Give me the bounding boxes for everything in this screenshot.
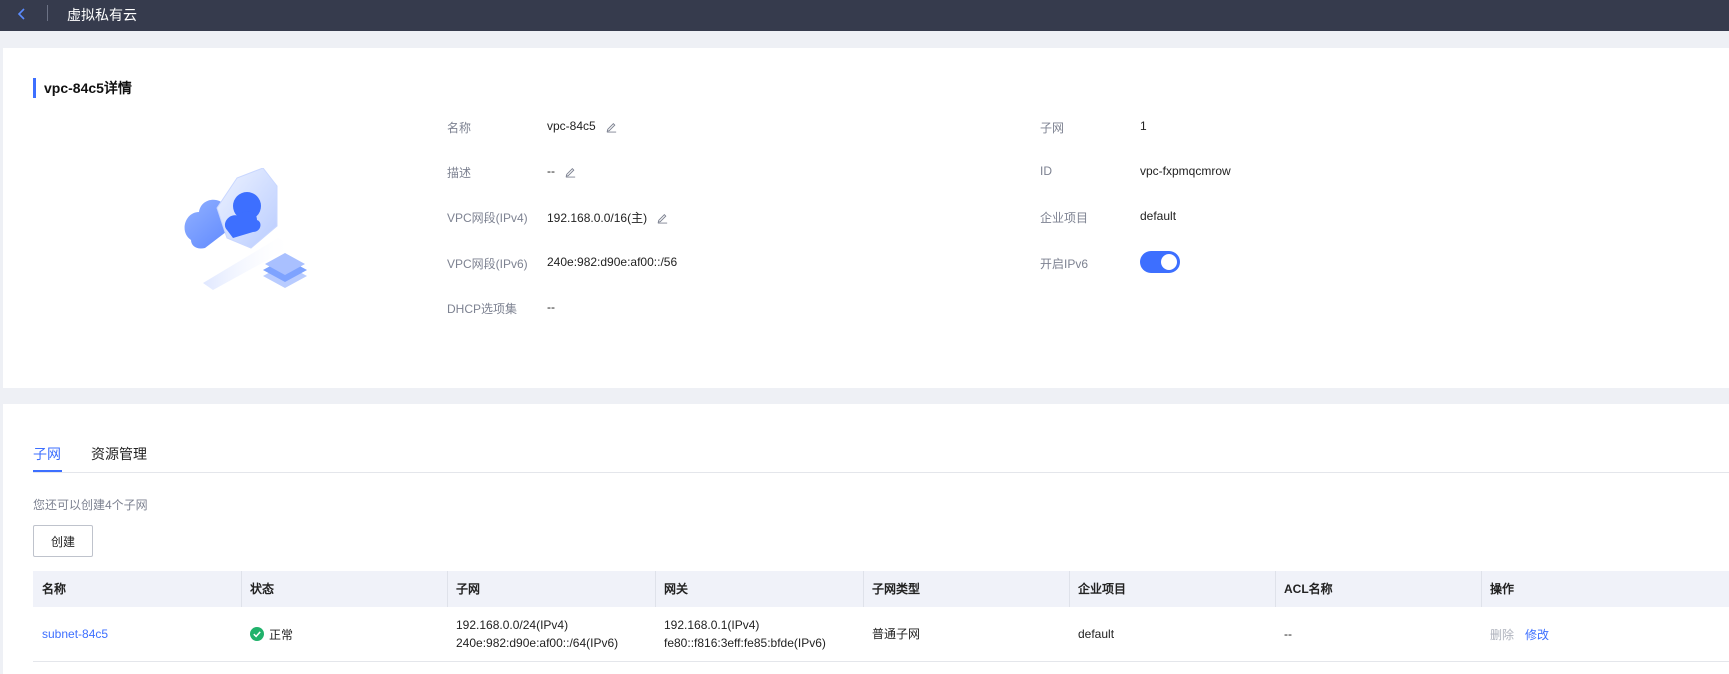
- vpc-name-text: vpc-84c5: [547, 119, 596, 133]
- field-name-label: 名称: [447, 121, 472, 135]
- subnet-table-header: 名称 状态 子网 网关 子网类型 企业项目 ACL名称 操作: [33, 571, 1729, 607]
- subnet-ipv6: 240e:982:d90e:af00::/64(IPv6): [456, 636, 619, 650]
- ipv6-toggle-knob: [1161, 254, 1177, 270]
- top-bar: 虚拟私有云: [0, 0, 1729, 31]
- enterprise-text: default: [1078, 627, 1115, 641]
- ipv6-toggle[interactable]: [1140, 251, 1180, 273]
- cell-status: 正常: [241, 607, 447, 661]
- back-arrow-icon[interactable]: [12, 4, 32, 24]
- column-header-name: 名称: [42, 582, 67, 596]
- cell-subnet: 192.168.0.0/24(IPv4) 240e:982:d90e:af00:…: [447, 607, 655, 661]
- field-subnet-count-value: 1: [1140, 119, 1147, 133]
- field-id-value: vpc-fxpmqcmrow: [1140, 164, 1231, 178]
- status-ok-icon: [250, 627, 264, 641]
- field-name-value: vpc-84c5: [547, 119, 618, 133]
- modify-subnet-button[interactable]: 修改: [1525, 626, 1549, 643]
- field-ipv4-label: VPC网段(IPv4): [447, 211, 528, 225]
- column-header-acl: ACL名称: [1284, 582, 1333, 596]
- cell-actions: 删除 修改: [1481, 607, 1601, 661]
- field-id-label: ID: [1040, 164, 1052, 178]
- field-desc-value: --: [547, 164, 577, 178]
- subnet-quota-hint: 您还可以创建4个子网: [33, 498, 148, 512]
- column-header-actions: 操作: [1490, 582, 1515, 596]
- create-subnet-button[interactable]: 创建: [33, 525, 93, 557]
- edit-desc-icon[interactable]: [564, 165, 577, 178]
- edit-name-icon[interactable]: [605, 120, 618, 133]
- tab-subnet[interactable]: 子网: [33, 444, 61, 464]
- field-ipv4-value: 192.168.0.0/16(主): [547, 209, 669, 226]
- page-title: 虚拟私有云: [67, 7, 137, 23]
- subnet-card: 子网 资源管理 您还可以创建4个子网 创建 名称 状态 子网 网关 子网类型 企…: [3, 404, 1729, 674]
- gateway-ipv6: fe80::f816:3eff:fe85:bfde(IPv6): [664, 636, 826, 650]
- subnet-type-text: 普通子网: [872, 627, 921, 641]
- edit-ipv4-icon[interactable]: [656, 211, 669, 224]
- field-enterprise-label: 企业项目: [1040, 211, 1089, 225]
- field-desc-label: 描述: [447, 166, 472, 180]
- cell-acl: --: [1275, 607, 1481, 661]
- cell-enterprise: default: [1069, 607, 1275, 661]
- field-enterprise-value: default: [1140, 209, 1177, 223]
- vpc-ipv6-text: 240e:982:d90e:af00::/56: [547, 255, 678, 269]
- field-ipv6-label: VPC网段(IPv6): [447, 257, 528, 271]
- field-dhcp-value: --: [547, 300, 555, 314]
- field-dhcp-label: DHCP选项集: [447, 302, 518, 316]
- title-divider: [47, 5, 48, 21]
- field-ipv6-value: 240e:982:d90e:af00::/56: [547, 255, 677, 269]
- cell-name: subnet-84c5: [33, 607, 241, 661]
- tab-divider: [33, 472, 1729, 473]
- column-header-gateway: 网关: [664, 582, 689, 596]
- cell-gateway: 192.168.0.1(IPv4) fe80::f816:3eff:fe85:b…: [655, 607, 863, 661]
- column-header-status: 状态: [250, 582, 275, 596]
- vpc-ipv4-text: 192.168.0.0/16(主): [547, 211, 648, 225]
- vpc-desc-text: --: [547, 164, 555, 178]
- field-ipv6-enable-label: 开启IPv6: [1040, 257, 1089, 271]
- field-subnet-count-label: 子网: [1040, 121, 1065, 135]
- column-header-subnet: 子网: [456, 582, 481, 596]
- delete-subnet-button[interactable]: 删除: [1490, 626, 1514, 643]
- gateway-ipv4: 192.168.0.1(IPv4): [664, 618, 760, 632]
- tab-resource-management[interactable]: 资源管理: [91, 444, 147, 464]
- subnet-name-link[interactable]: subnet-84c5: [42, 625, 241, 643]
- vpc-cloud-illustration: [184, 168, 307, 290]
- column-header-subnet-type: 子网类型: [872, 582, 921, 596]
- column-header-enterprise: 企业项目: [1078, 582, 1127, 596]
- vpc-detail-card: vpc-84c5详情 名称 vpc-84c5 描述 -- VPC网段(IPv4)…: [3, 48, 1729, 388]
- subnet-ipv4: 192.168.0.0/24(IPv4): [456, 618, 569, 632]
- detail-section-title: vpc-84c5详情: [33, 78, 132, 98]
- vpc-dhcp-text: --: [547, 300, 555, 314]
- cell-subnet-type: 普通子网: [863, 607, 1069, 661]
- acl-text: --: [1284, 627, 1292, 641]
- status-text: 正常: [269, 627, 294, 642]
- table-row: subnet-84c5 正常 192.168.0.0/24(IPv4) 240e…: [33, 607, 1729, 662]
